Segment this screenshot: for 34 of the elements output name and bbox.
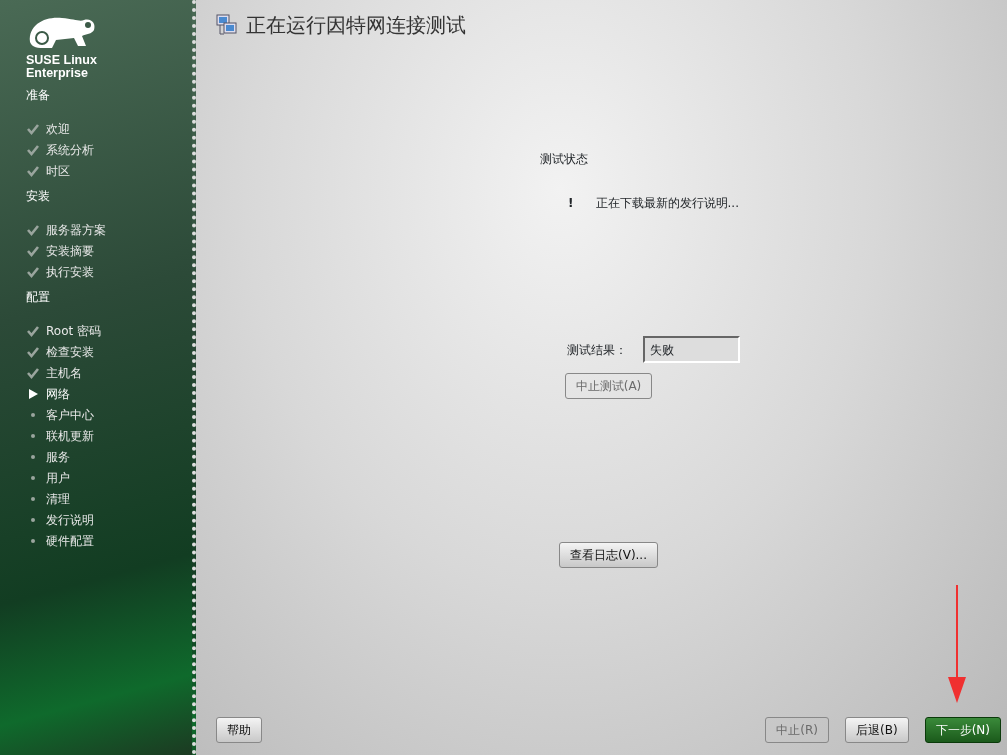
step-label: 系统分析 (46, 141, 94, 159)
step-label: 联机更新 (46, 427, 94, 445)
step-label: Root 密码 (46, 322, 101, 340)
logo-text: SUSE (26, 53, 62, 67)
status-message: 正在下载最新的发行说明... (595, 195, 739, 212)
result-label: 测试结果： (567, 341, 627, 359)
next-button[interactable]: 下一步(N) (924, 717, 1001, 743)
step-label: 网络 (46, 385, 70, 403)
result-field: 失败 (643, 336, 740, 363)
section-heading: 安装 (26, 188, 51, 205)
step-label: 执行安装 (46, 263, 94, 281)
step-label: 服务 (46, 448, 70, 466)
step-label: 检查安装 (46, 343, 94, 361)
back-button[interactable]: 后退(B) (845, 717, 909, 743)
page-title: 正在运行因特网连接测试 (246, 12, 466, 39)
section-heading: 配置 (26, 289, 51, 306)
logo-text: Enterprise (26, 67, 89, 80)
step-label: 时区 (46, 162, 70, 180)
warning-mark: ! (568, 195, 574, 212)
help-button[interactable]: 帮助 (216, 717, 262, 743)
view-log-button[interactable]: 查看日志(V)... (559, 542, 658, 568)
step-label: 用户 (46, 469, 70, 487)
step-label: 客户中心 (46, 406, 94, 424)
step-label: 服务器方案 (46, 221, 106, 239)
network-computers-icon (216, 14, 238, 36)
step-label: 安装摘要 (46, 242, 94, 260)
step-label: 主机名 (46, 364, 82, 382)
step-label: 发行说明 (46, 511, 94, 529)
status-heading: 测试状态 (539, 151, 588, 168)
section-heading: 准备 (26, 87, 51, 104)
step-label: 硬件配置 (46, 532, 94, 550)
logo-text: Linux (63, 53, 97, 67)
step-label: 欢迎 (46, 120, 70, 138)
step-label: 清理 (46, 490, 70, 508)
